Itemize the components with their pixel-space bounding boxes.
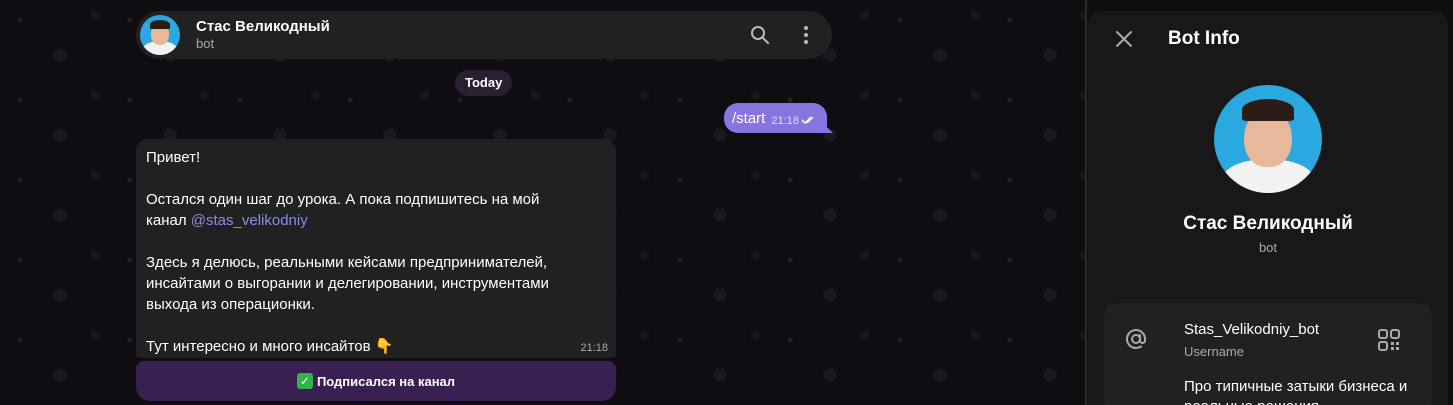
username-value[interactable]: Stas_Velikodniy_bot bbox=[1184, 321, 1319, 338]
at-sign-icon bbox=[1124, 327, 1148, 351]
profile-avatar[interactable] bbox=[1214, 85, 1322, 193]
bot-info-panel: Bot Info Стас Великодный bot Stas_Veliko… bbox=[1088, 11, 1448, 405]
message-time: 21:18 bbox=[580, 342, 608, 354]
check-mark-icon: ✓ bbox=[296, 373, 313, 389]
search-icon[interactable] bbox=[748, 23, 772, 47]
more-vertical-icon[interactable] bbox=[794, 23, 818, 47]
chat-header[interactable]: Стас Великодный bot bbox=[136, 11, 832, 59]
close-icon[interactable] bbox=[1112, 27, 1136, 51]
incoming-message[interactable]: Привет! Остался один шаг до урока. А пок… bbox=[136, 139, 616, 358]
chat-status: bot bbox=[196, 36, 215, 51]
avatar[interactable] bbox=[140, 15, 180, 55]
message-text: /start bbox=[732, 109, 766, 127]
double-check-icon bbox=[801, 112, 817, 130]
channel-mention-link[interactable]: @stas_velikodniy bbox=[191, 212, 308, 229]
panel-title: Bot Info bbox=[1168, 28, 1240, 49]
username-label: Username bbox=[1184, 344, 1244, 359]
chat-title: Стас Великодный bbox=[196, 18, 330, 35]
outgoing-message[interactable]: /start 21:18 bbox=[724, 103, 833, 133]
message-time: 21:18 bbox=[771, 115, 799, 127]
profile-status: bot bbox=[1258, 240, 1278, 255]
message-text: Привет! Остался один шаг до урока. А пок… bbox=[146, 149, 549, 355]
bio-text: Про типичные затыки бизнеса и реальные р… bbox=[1184, 378, 1408, 405]
subscribed-inline-button[interactable]: ✓ Подписался на канал bbox=[136, 361, 616, 401]
profile-name: Стас Великодный bbox=[1183, 213, 1353, 234]
panel-divider[interactable] bbox=[1085, 0, 1087, 405]
qr-code-icon[interactable] bbox=[1378, 329, 1400, 351]
date-separator: Today bbox=[455, 70, 513, 96]
chat-area: Стас Великодный bot Today /start 21:18 П… bbox=[0, 0, 1085, 405]
info-card: Stas_Velikodniy_bot Username Про типичны… bbox=[1104, 303, 1432, 405]
